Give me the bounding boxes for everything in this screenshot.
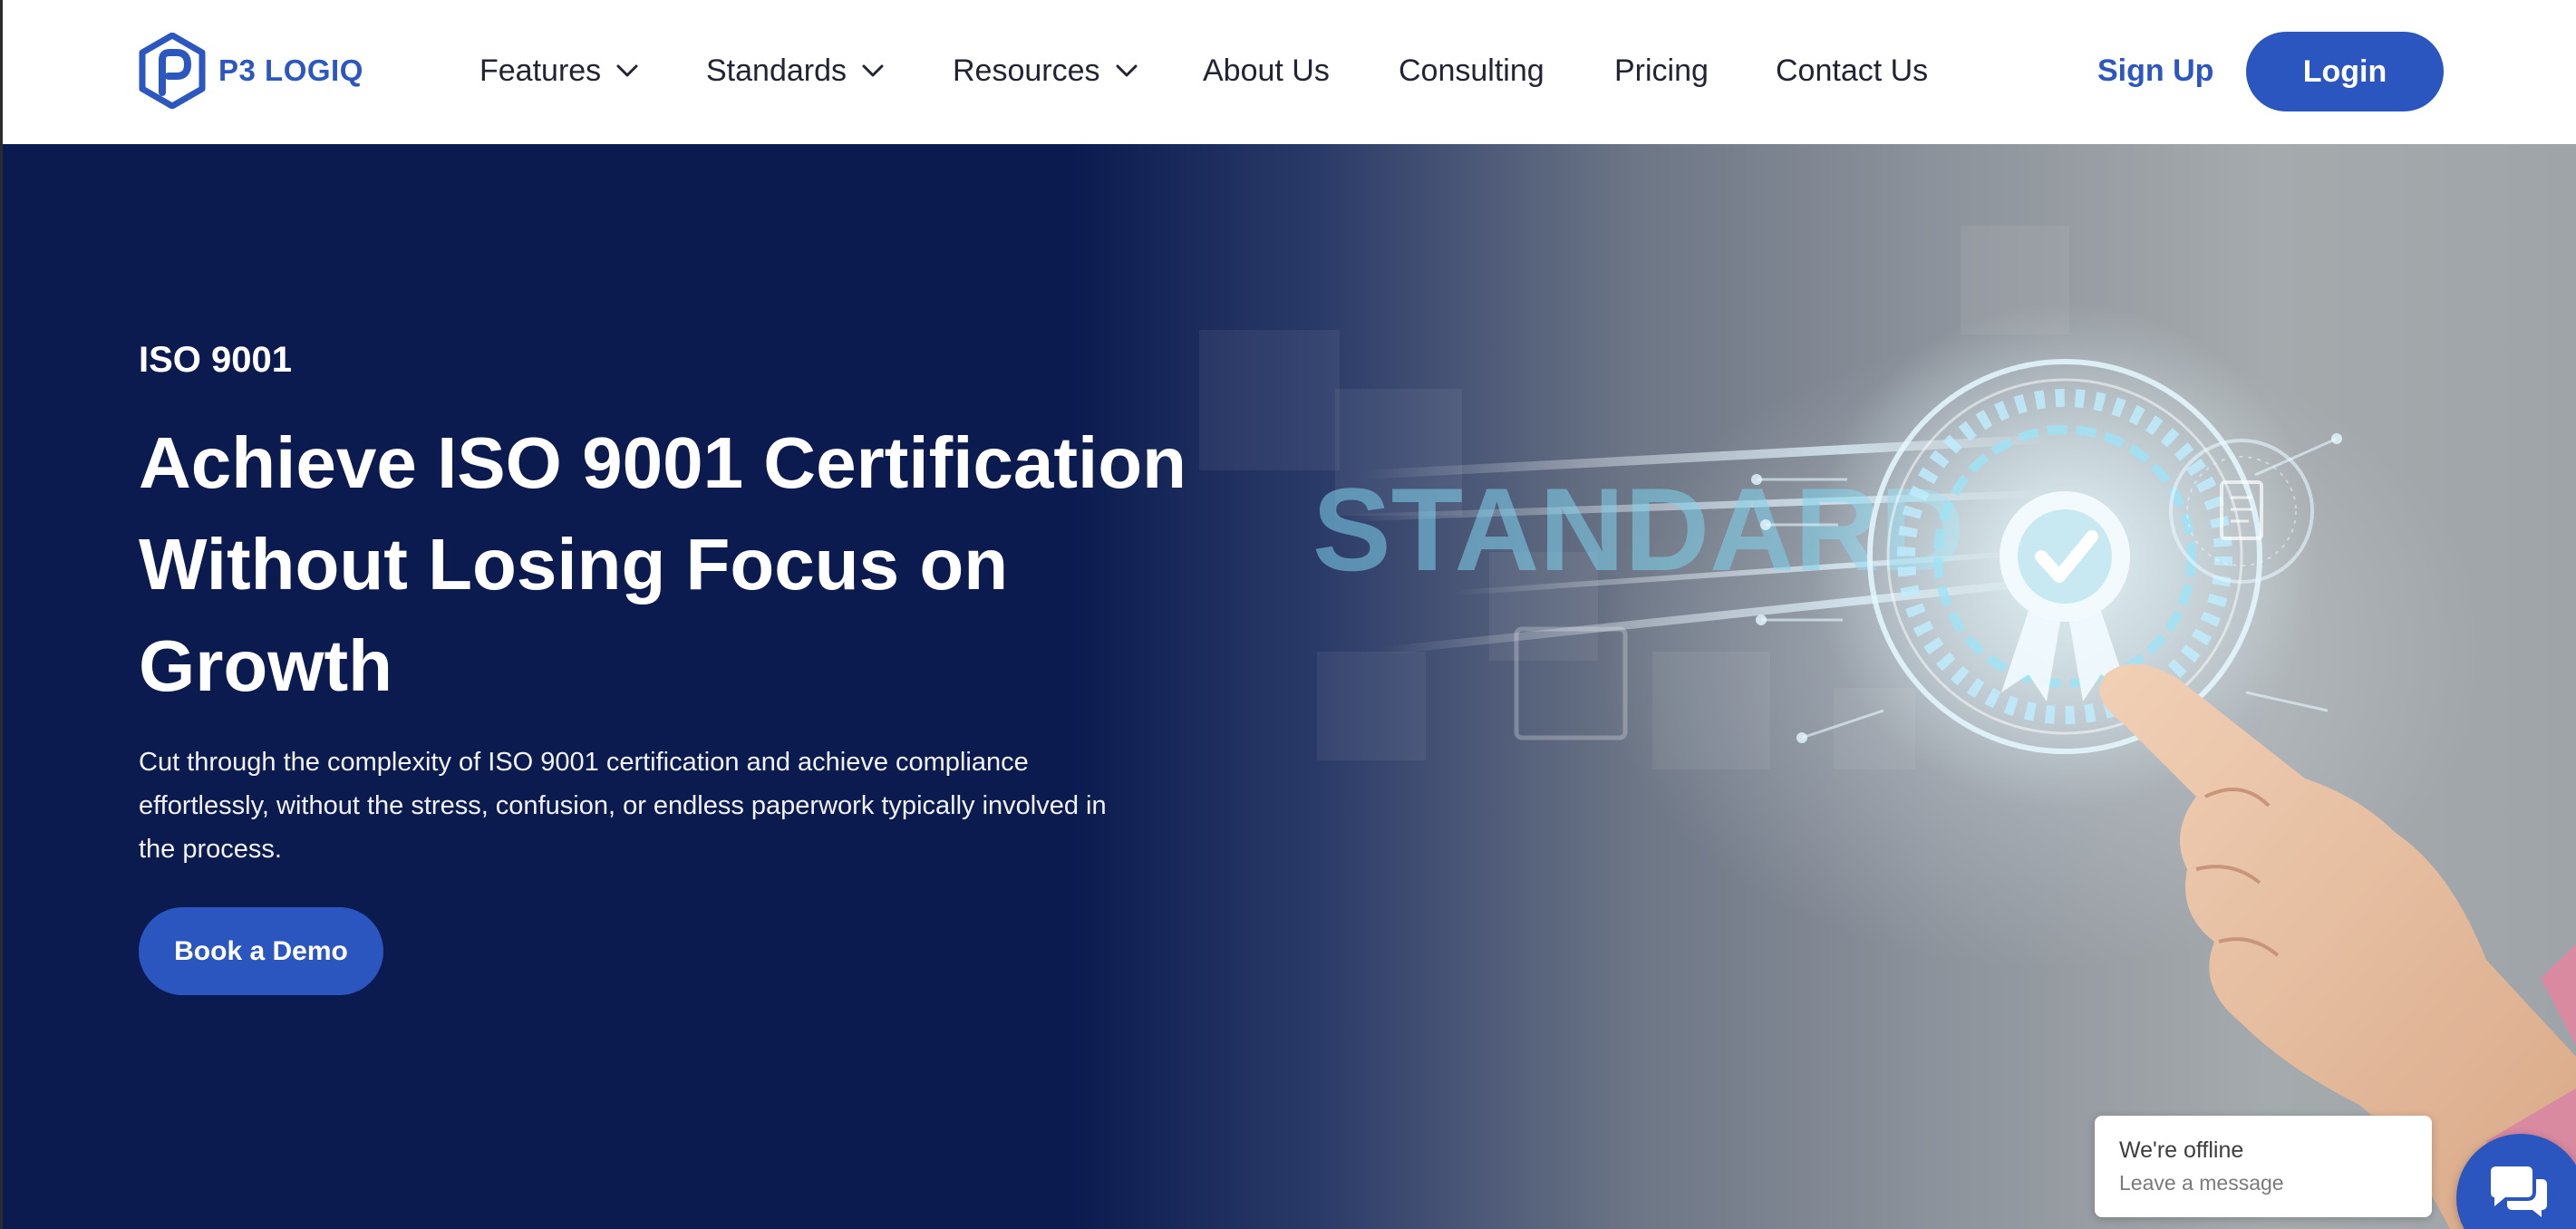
login-button[interactable]: Login bbox=[2246, 32, 2444, 111]
sign-up-link[interactable]: Sign Up bbox=[2097, 47, 2213, 94]
hexagon-p-logo-icon bbox=[139, 33, 206, 109]
chat-status-card[interactable]: We're offline Leave a message bbox=[2095, 1116, 2432, 1217]
chevron-down-icon bbox=[616, 64, 638, 77]
hero-title: Achieve ISO 9001 Certification Without L… bbox=[139, 412, 1317, 717]
chat-subtitle: Leave a message bbox=[2119, 1171, 2284, 1195]
nav-item-about-us[interactable]: About Us bbox=[1203, 47, 1330, 94]
nav-item-consulting[interactable]: Consulting bbox=[1399, 47, 1545, 94]
chat-status: We're offline bbox=[2119, 1137, 2244, 1163]
site-header: P3 LOGIQ Features Standards Resources Ab… bbox=[0, 0, 2576, 144]
hero-title-line: Without Losing Focus on bbox=[139, 524, 1009, 605]
nav-item-label: Features bbox=[479, 53, 602, 88]
chat-bubbles-icon bbox=[2491, 1166, 2547, 1217]
nav-item-contact-us[interactable]: Contact Us bbox=[1776, 47, 1928, 94]
nav-item-features[interactable]: Features bbox=[479, 47, 639, 94]
nav-item-standards[interactable]: Standards bbox=[706, 47, 885, 94]
hero-title-line: Achieve ISO 9001 Certification bbox=[139, 422, 1187, 503]
nav-item-label: Resources bbox=[953, 53, 1100, 88]
brand-logo[interactable]: P3 LOGIQ bbox=[139, 33, 363, 109]
book-demo-button[interactable]: Book a Demo bbox=[139, 907, 383, 995]
chevron-down-icon bbox=[1116, 64, 1138, 77]
brand-name: P3 LOGIQ bbox=[218, 53, 363, 87]
hero-description-line: effortlessly, without the stress, confus… bbox=[139, 791, 1107, 820]
hero-description-line: Cut through the complexity of ISO 9001 c… bbox=[139, 748, 1029, 777]
nav-item-label: Contact Us bbox=[1776, 53, 1929, 88]
nav-item-label: Consulting bbox=[1399, 53, 1545, 88]
nav-item-resources[interactable]: Resources bbox=[953, 47, 1138, 94]
nav-item-label: Standards bbox=[706, 53, 847, 88]
nav-item-label: Pricing bbox=[1614, 53, 1709, 88]
nav-item-label: About Us bbox=[1203, 53, 1330, 88]
hero-title-line: Growth bbox=[139, 625, 392, 706]
hero-section: STANDARD ISO 9001 Achieve ISO 9001 Certi… bbox=[0, 144, 2576, 1229]
hero-eyebrow: ISO 9001 bbox=[139, 340, 293, 380]
nav-item-pricing[interactable]: Pricing bbox=[1614, 47, 1709, 94]
hero-description: Cut through the complexity of ISO 9001 c… bbox=[139, 740, 1208, 871]
chevron-down-icon bbox=[862, 64, 884, 77]
hero-description-line: the process. bbox=[139, 835, 282, 864]
